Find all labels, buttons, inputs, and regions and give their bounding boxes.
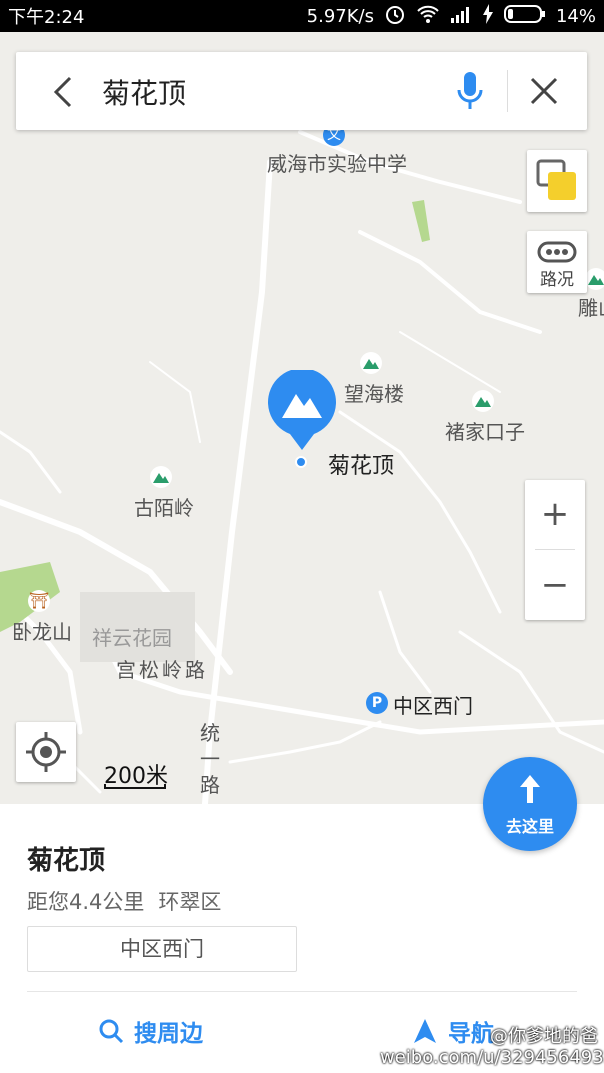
microphone-icon[interactable] xyxy=(456,70,484,114)
charging-icon xyxy=(482,3,494,29)
map-label-diao: 雕山 xyxy=(578,296,604,320)
battery-icon xyxy=(503,4,546,28)
place-meta: 距您4.4公里 环翠区 xyxy=(27,886,221,916)
traffic-icon xyxy=(537,241,577,263)
place-district: 环翠区 xyxy=(158,890,222,914)
signal-icon xyxy=(450,5,472,28)
mountain-icon xyxy=(585,268,604,290)
wifi-icon xyxy=(416,4,440,29)
divider xyxy=(27,991,577,992)
map-label-gongsongling: 宫松岭路 xyxy=(116,658,208,682)
zoom-control: + − xyxy=(525,480,585,620)
traffic-button[interactable]: 路况 xyxy=(527,231,587,293)
map-label-wolongshan: 卧龙山 xyxy=(12,620,72,644)
alarm-icon xyxy=(384,3,406,30)
navigation-arrow-icon xyxy=(414,1019,436,1043)
navigate-button[interactable]: 导航 xyxy=(412,1014,494,1048)
mountain-icon xyxy=(360,352,382,374)
search-nearby-label: 搜周边 xyxy=(134,1021,203,1047)
place-name: 菊花顶 xyxy=(27,846,106,876)
place-tag-chip[interactable]: 中区西门 xyxy=(27,926,297,972)
zoom-out-button[interactable]: − xyxy=(525,550,585,620)
map-label-selected: 菊花顶 xyxy=(328,454,395,479)
search-bar: 菊花顶 xyxy=(16,52,587,130)
parking-icon: P xyxy=(366,692,388,714)
go-here-button[interactable]: 去这里 xyxy=(483,757,577,851)
map-label-chujiakouzi: 褚家口子 xyxy=(445,420,525,444)
back-icon[interactable] xyxy=(44,72,84,112)
navigate-label: 导航 xyxy=(448,1021,494,1047)
selected-location-pin[interactable] xyxy=(266,368,338,454)
status-time: 下午2:24 xyxy=(8,7,85,28)
zoom-in-button[interactable]: + xyxy=(525,480,585,549)
divider xyxy=(507,70,508,112)
search-icon xyxy=(99,1019,124,1044)
crosshair-icon xyxy=(26,732,66,772)
map-label-zhongqu-ximen: 中区西门 xyxy=(393,694,473,718)
watermark-url: weibo.com/u/3294564933 xyxy=(380,1047,604,1068)
network-speed: 5.97K/s xyxy=(306,5,374,27)
route-arrow-icon xyxy=(520,775,540,803)
map-view[interactable]: 文 威海市实验中学 望海楼 褚家口子 古陌岭 ⛩ 卧龙山 祥云花园 宫松岭路 统… xyxy=(0,32,604,804)
layers-button[interactable] xyxy=(527,150,587,212)
mountain-icon xyxy=(150,466,172,488)
status-bar: 下午2:24 5.97K/s 14% xyxy=(0,0,604,32)
traffic-label: 路况 xyxy=(540,270,574,290)
watermark-handle: @你爹地的爸 xyxy=(490,1026,598,1047)
map-label-guboling: 古陌岭 xyxy=(134,496,194,520)
go-here-label: 去这里 xyxy=(505,817,554,836)
map-label-tongyi: 统一路 xyxy=(200,721,220,797)
battery-percent: 14% xyxy=(555,5,596,27)
map-label-school: 威海市实验中学 xyxy=(267,152,407,176)
selected-location-dot xyxy=(295,456,307,468)
temple-icon: ⛩ xyxy=(28,590,50,612)
close-icon[interactable] xyxy=(529,76,559,106)
map-label-wanghailou: 望海楼 xyxy=(344,382,404,406)
layers-icon xyxy=(536,159,576,200)
locate-button[interactable] xyxy=(16,722,76,782)
mountain-icon xyxy=(472,390,494,412)
place-distance: 距您4.4公里 xyxy=(27,890,145,914)
map-label-xiangyun: 祥云花园 xyxy=(92,626,172,650)
search-query[interactable]: 菊花顶 xyxy=(102,72,186,112)
search-nearby-button[interactable]: 搜周边 xyxy=(98,1014,203,1048)
map-scale-bar xyxy=(104,784,166,789)
